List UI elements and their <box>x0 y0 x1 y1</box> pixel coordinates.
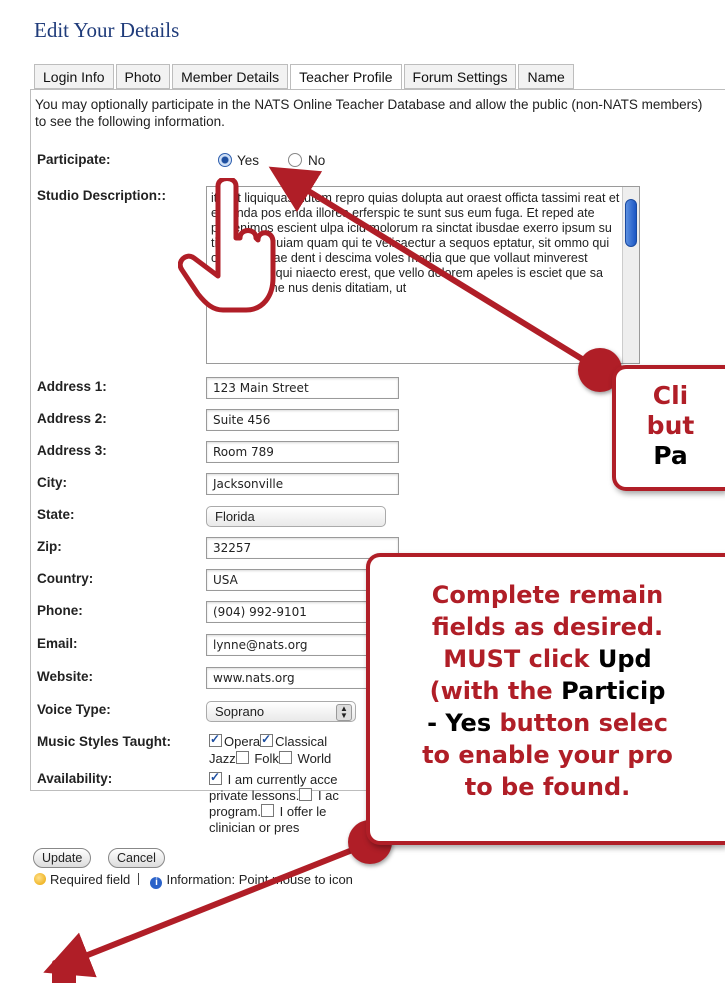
callout1-line1: Cli <box>652 381 689 410</box>
arrow-to-update-button <box>43 840 372 978</box>
callout2-line3: MUST click Upd <box>370 643 725 675</box>
callout2-line6: to enable your pro <box>422 741 673 769</box>
arrow-to-yes-radio <box>268 166 602 373</box>
callout-click-participate: Cli but Pa <box>612 365 725 491</box>
callout2-line1: Complete remain <box>431 581 664 609</box>
callout2-line5-black: - Yes <box>427 709 492 737</box>
callout1-line2: but <box>646 411 695 440</box>
callout2-line2: fields as desired. <box>431 613 664 641</box>
callout-complete-fields: Complete remain fields as desired. MUST … <box>366 553 725 845</box>
callout2-line3-black: Upd <box>597 645 652 673</box>
callout2-line7: to be found. <box>464 773 631 801</box>
callout2-line4-black: Particip <box>561 677 666 705</box>
callout1-line3: Pa <box>653 441 688 470</box>
callout2-line5-red: button selec <box>491 709 668 737</box>
callout2-line5: - Yes button selec <box>370 707 725 739</box>
callout2-line4: (with the Particip <box>370 675 725 707</box>
callout2-line4-red: (with the <box>429 677 562 705</box>
hand-cursor-icon <box>178 178 276 313</box>
callout2-line3-red: MUST click <box>443 645 598 673</box>
